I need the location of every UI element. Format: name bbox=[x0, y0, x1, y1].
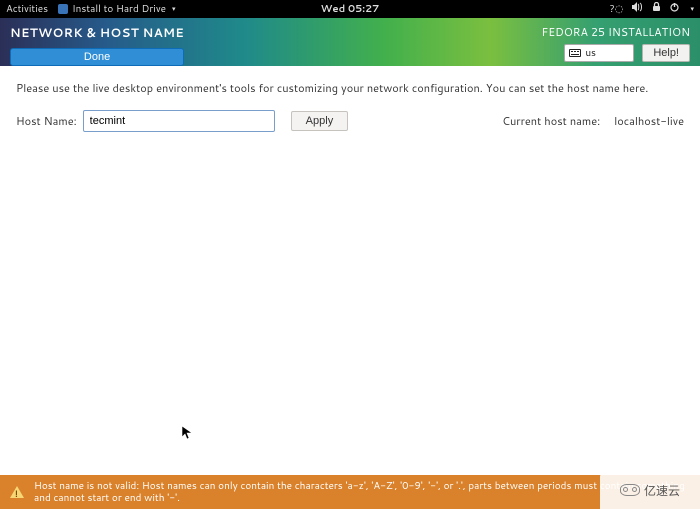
gnome-top-bar: Activities Install to Hard Drive ▾ Wed 0… bbox=[0, 0, 700, 18]
keyboard-layout-label: us bbox=[585, 46, 596, 60]
accessibility-icon[interactable]: ?◌ bbox=[610, 2, 624, 16]
main-content: Please use the live desktop environment'… bbox=[0, 66, 700, 132]
lock-icon[interactable] bbox=[652, 2, 661, 16]
current-hostname-label: Current host name: bbox=[502, 113, 600, 129]
page-title: NETWORK & HOST NAME bbox=[10, 24, 184, 41]
warning-text: Host name is not valid: Host names can o… bbox=[34, 480, 690, 505]
mouse-cursor-icon bbox=[182, 426, 192, 440]
keyboard-icon bbox=[569, 49, 581, 57]
anaconda-header: NETWORK & HOST NAME Done FEDORA 25 INSTA… bbox=[0, 18, 700, 66]
hostname-row: Host Name: Apply Current host name: loca… bbox=[16, 110, 684, 132]
activities-button[interactable]: Activities bbox=[6, 2, 48, 16]
anaconda-logo-icon bbox=[58, 4, 68, 14]
volume-icon[interactable] bbox=[632, 2, 643, 16]
help-button[interactable]: Help! bbox=[642, 44, 690, 62]
done-button[interactable]: Done bbox=[10, 48, 184, 66]
keyboard-layout-indicator[interactable]: us bbox=[564, 44, 634, 62]
installer-name: FEDORA 25 INSTALLATION bbox=[542, 24, 690, 40]
warning-bar: Host name is not valid: Host names can o… bbox=[0, 475, 700, 509]
power-icon[interactable] bbox=[670, 2, 679, 16]
app-menu[interactable]: Install to Hard Drive ▾ bbox=[58, 2, 175, 16]
apply-button[interactable]: Apply bbox=[291, 111, 349, 131]
chevron-down-icon: ▾ bbox=[690, 4, 694, 14]
warning-icon bbox=[10, 486, 24, 498]
hostname-input[interactable] bbox=[83, 110, 275, 132]
instruction-text: Please use the live desktop environment'… bbox=[16, 80, 684, 96]
chevron-down-icon: ▾ bbox=[172, 4, 176, 14]
clock[interactable]: Wed 05:27 bbox=[321, 2, 380, 16]
hostname-label: Host Name: bbox=[16, 113, 77, 129]
system-status-area[interactable]: ?◌ ▾ bbox=[610, 2, 694, 16]
current-hostname-value: localhost-live bbox=[614, 113, 684, 129]
app-menu-title: Install to Hard Drive bbox=[72, 2, 166, 16]
